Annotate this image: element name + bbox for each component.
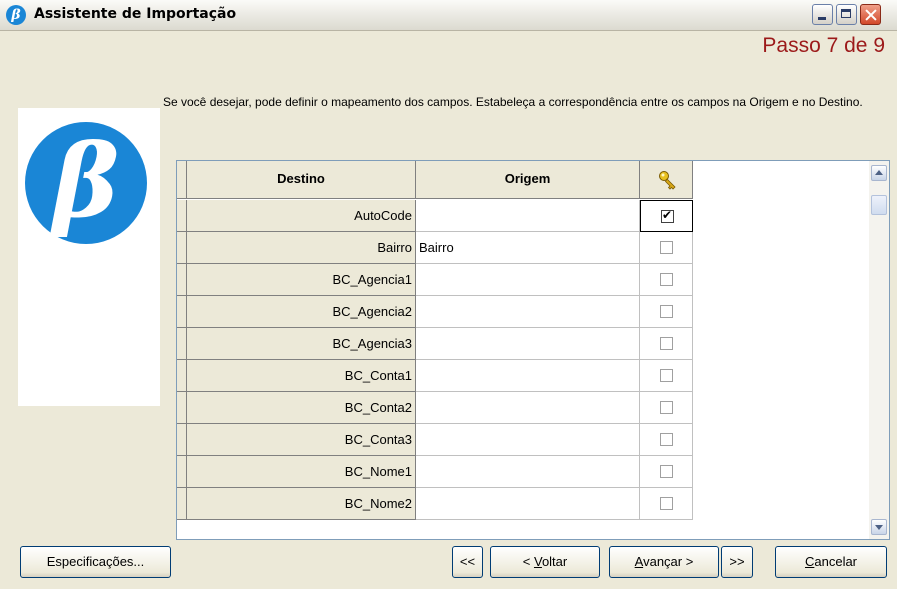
minimize-button[interactable] — [812, 4, 833, 25]
key-cell[interactable] — [640, 200, 693, 232]
key-checkbox[interactable] — [660, 241, 673, 254]
maximize-button[interactable] — [836, 4, 857, 25]
destino-cell: BC_Agencia3 — [187, 328, 416, 360]
key-checkbox[interactable] — [660, 337, 673, 350]
instructions-text: Se você desejar, pode definir o mapeamen… — [163, 95, 863, 109]
table-row[interactable]: BC_Conta1 — [177, 360, 697, 392]
destino-cell: BC_Conta2 — [187, 392, 416, 424]
origem-cell[interactable] — [416, 392, 640, 424]
row-indicator[interactable] — [177, 264, 187, 296]
origem-cell[interactable] — [416, 456, 640, 488]
row-indicator[interactable] — [177, 424, 187, 456]
cancel-button-label: Cancelar — [804, 554, 858, 569]
row-indicator[interactable] — [177, 328, 187, 360]
field-mapping-grid: Destino Origem AutoCodeBairroBairroBC_Ag… — [176, 160, 890, 540]
row-indicator[interactable] — [177, 488, 187, 520]
destino-cell: BC_Conta3 — [187, 424, 416, 456]
row-indicator-header — [177, 161, 187, 199]
destino-cell: Bairro — [187, 232, 416, 264]
vertical-scrollbar[interactable] — [869, 161, 889, 539]
key-checkbox[interactable] — [660, 273, 673, 286]
key-cell[interactable] — [640, 296, 693, 328]
scroll-thumb[interactable] — [871, 195, 887, 215]
back-button-label: < Voltar — [522, 554, 568, 569]
column-header-key[interactable] — [640, 161, 693, 199]
key-checkbox[interactable] — [660, 497, 673, 510]
scroll-down-button[interactable] — [871, 519, 887, 535]
key-icon — [659, 171, 676, 190]
row-indicator[interactable] — [177, 360, 187, 392]
row-indicator[interactable] — [177, 392, 187, 424]
key-checkbox[interactable] — [660, 305, 673, 318]
next-button[interactable]: Avançar > — [609, 546, 719, 578]
destino-cell: BC_Nome2 — [187, 488, 416, 520]
destino-cell: BC_Nome1 — [187, 456, 416, 488]
back-button[interactable]: < Voltar — [490, 546, 600, 578]
table-row[interactable]: BC_Conta2 — [177, 392, 697, 424]
key-checkbox[interactable] — [660, 369, 673, 382]
logo-panel: β — [18, 108, 160, 406]
origem-cell[interactable] — [416, 360, 640, 392]
key-checkbox[interactable] — [661, 208, 674, 223]
table-row[interactable]: BC_Agencia3 — [177, 328, 697, 360]
last-step-button[interactable]: >> — [721, 546, 753, 578]
key-cell[interactable] — [640, 424, 693, 456]
scroll-up-button[interactable] — [871, 165, 887, 181]
origem-cell[interactable] — [416, 328, 640, 360]
key-cell[interactable] — [640, 456, 693, 488]
table-row[interactable]: BC_Nome1 — [177, 456, 697, 488]
key-cell[interactable] — [640, 264, 693, 296]
origem-cell[interactable] — [416, 264, 640, 296]
table-row[interactable]: BC_Conta3 — [177, 424, 697, 456]
key-cell[interactable] — [640, 392, 693, 424]
beta-logo-icon: β — [6, 5, 26, 25]
destino-cell: BC_Agencia2 — [187, 296, 416, 328]
key-checkbox[interactable] — [660, 465, 673, 478]
key-cell[interactable] — [640, 488, 693, 520]
window-title: Assistente de Importação — [34, 6, 237, 22]
origem-cell[interactable] — [416, 296, 640, 328]
column-header-origem[interactable]: Origem — [416, 161, 640, 199]
origem-cell[interactable] — [416, 424, 640, 456]
column-header-destino[interactable]: Destino — [187, 161, 416, 199]
especificacoes-button[interactable]: Especificações... — [20, 546, 171, 578]
row-indicator[interactable] — [177, 232, 187, 264]
key-checkbox[interactable] — [660, 401, 673, 414]
table-row[interactable]: Bairro Bairro — [177, 232, 697, 264]
row-indicator[interactable] — [177, 296, 187, 328]
origem-cell[interactable]: Bairro — [416, 232, 640, 264]
destino-cell: BC_Conta1 — [187, 360, 416, 392]
beta-logo-icon: β — [25, 122, 147, 244]
origem-cell[interactable] — [416, 200, 640, 232]
key-checkbox[interactable] — [660, 433, 673, 446]
destino-cell: AutoCode — [187, 200, 416, 232]
table-row[interactable]: AutoCode — [177, 200, 697, 232]
key-cell[interactable] — [640, 360, 693, 392]
table-row[interactable]: BC_Agencia2 — [177, 296, 697, 328]
table-row[interactable]: BC_Agencia1 — [177, 264, 697, 296]
close-button[interactable] — [860, 4, 881, 25]
grid-header: Destino Origem — [177, 161, 697, 200]
step-indicator: Passo 7 de 9 — [762, 34, 885, 57]
row-indicator[interactable] — [177, 200, 187, 232]
destino-cell: BC_Agencia1 — [187, 264, 416, 296]
key-cell[interactable] — [640, 328, 693, 360]
key-cell[interactable] — [640, 232, 693, 264]
first-step-button[interactable]: << — [452, 546, 483, 578]
next-button-label: Avançar > — [634, 554, 694, 569]
origem-cell[interactable] — [416, 488, 640, 520]
cancel-button[interactable]: Cancelar — [775, 546, 887, 578]
row-indicator[interactable] — [177, 456, 187, 488]
table-row[interactable]: BC_Nome2 — [177, 488, 697, 520]
title-bar: β Assistente de Importação — [0, 0, 897, 31]
